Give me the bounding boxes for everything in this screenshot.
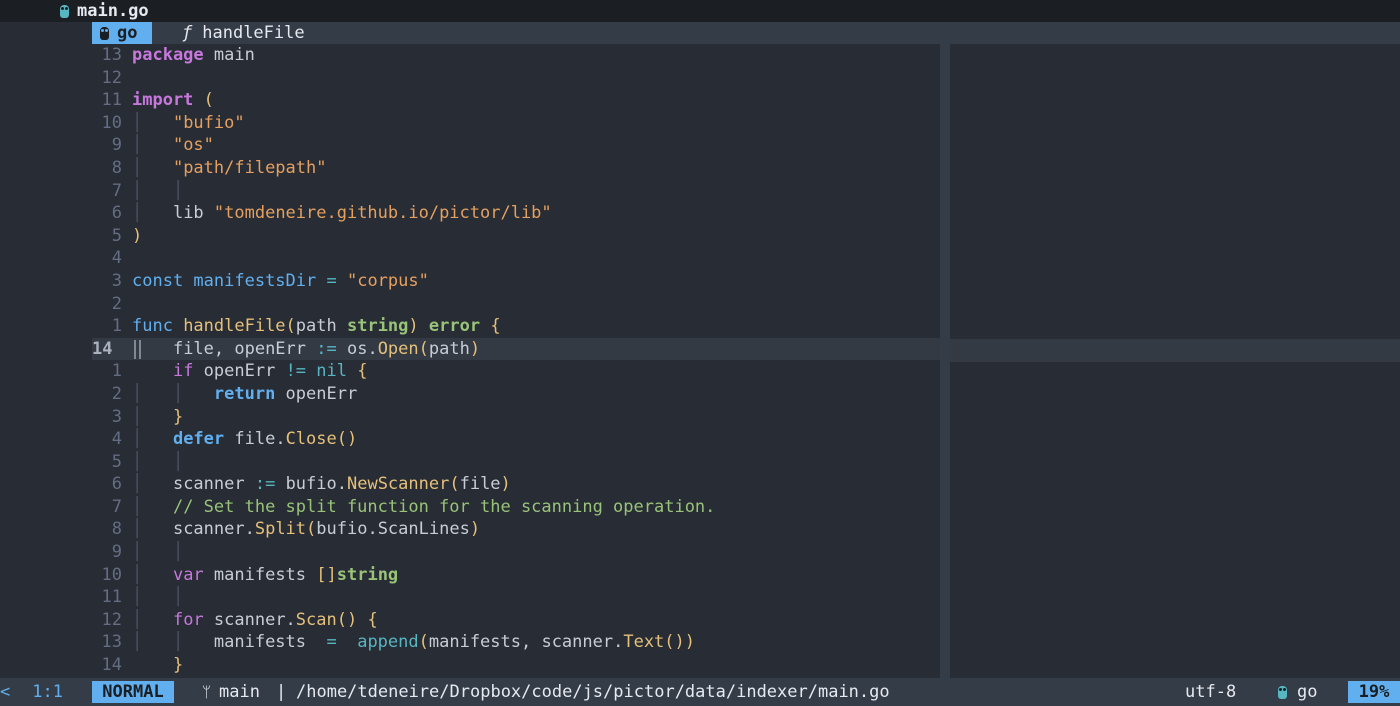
code-editor[interactable]: 13 package main 12 11 import ( 10 │ "bufio"… — [92, 44, 940, 678]
line-number: 13 — [101, 45, 122, 65]
code-line[interactable]: 12 │ for scanner.Scan() { — [92, 609, 940, 632]
code-line[interactable]: 2 — [92, 293, 940, 316]
function-icon: ƒ — [182, 23, 193, 43]
gopher-icon — [60, 4, 69, 18]
git-branch: ᛘ main — [202, 682, 260, 702]
code-line[interactable]: 13 │ │ manifests = append(manifests, scan… — [92, 631, 940, 654]
window-split-separator[interactable] — [940, 44, 950, 678]
winbar: go ƒ handleFile — [92, 22, 1400, 44]
line-number: 8 — [111, 519, 122, 540]
line-number: 7 — [111, 180, 122, 201]
right-pane-cursorline — [950, 339, 1400, 362]
line-number: 4 — [111, 248, 122, 269]
winbar-function-name: handleFile — [202, 23, 305, 43]
line-number: 12 — [101, 67, 122, 88]
tab-bar: main.go — [0, 0, 1400, 22]
code-line[interactable]: 4 │ defer file.Close() — [92, 428, 940, 451]
code-line[interactable]: 12 — [92, 67, 940, 90]
status-filetype-label: go — [1297, 682, 1318, 702]
branch-name: main — [219, 682, 260, 702]
line-number: 10 — [101, 564, 122, 585]
tab-main-go[interactable]: main.go — [60, 0, 149, 22]
line-number: 14 — [101, 655, 122, 676]
code-line[interactable]: 10 │ "bufio" — [92, 112, 940, 135]
gopher-icon — [1278, 685, 1287, 699]
line-number: 4 — [111, 429, 122, 450]
code-line[interactable]: 1 if openErr != nil { — [92, 360, 940, 383]
cursor-position: 1:1 — [32, 682, 63, 702]
code-line[interactable]: 3 │ } — [92, 406, 940, 429]
code-line[interactable]: 7 │ │ — [92, 180, 940, 203]
file-encoding: utf-8 — [1185, 682, 1237, 702]
line-number: 10 — [101, 112, 122, 133]
line-number: 12 — [101, 609, 122, 630]
code-line-current[interactable]: 14 file, openErr := os.Open(path) — [92, 337, 940, 361]
git-branch-icon: ᛘ — [202, 683, 212, 701]
line-number: 1 — [111, 316, 122, 337]
code-line[interactable]: 5) — [92, 225, 940, 248]
code-line[interactable]: 5 │ │ — [92, 451, 940, 474]
line-number: 11 — [101, 587, 122, 608]
code-line[interactable]: 1 func handleFile(path string) error { — [92, 315, 940, 338]
code-line[interactable]: 2 │ │ return openErr — [92, 383, 940, 406]
scroll-percent: 19% — [1348, 681, 1400, 703]
mode-indicator: NORMAL — [92, 681, 174, 703]
file-path: /home/tdeneire/Dropbox/code/js/pictor/da… — [296, 682, 890, 702]
code-line[interactable]: 3 const manifestsDir = "corpus" — [92, 270, 940, 293]
status-line: < 1:1 NORMAL ᛘ main | /home/tdeneire/Dro… — [0, 678, 1400, 706]
line-number: 7 — [111, 496, 122, 517]
code-line[interactable]: 9 │ "os" — [92, 134, 940, 157]
winbar-filetype: go — [92, 22, 152, 44]
line-number: 11 — [101, 90, 122, 111]
line-number: 5 — [111, 451, 122, 472]
winbar-breadcrumb[interactable]: ƒ handleFile — [182, 23, 305, 43]
line-number: 1 — [111, 361, 122, 382]
line-number: 2 — [111, 293, 122, 314]
code-line[interactable]: 7 │ // Set the split function for the sca… — [92, 496, 940, 519]
code-line[interactable]: 9 │ │ — [92, 541, 940, 564]
tab-label: main.go — [77, 1, 149, 21]
winbar-filetype-label: go — [117, 23, 138, 43]
code-line[interactable]: 6 │ lib "tomdeneire.github.io/pictor/lib" — [92, 202, 940, 225]
left-arrow-icon: < — [0, 682, 11, 702]
code-line[interactable]: 14 } — [92, 654, 940, 677]
line-number: 3 — [111, 270, 122, 291]
code-line[interactable]: 13 package main — [92, 44, 940, 67]
code-line[interactable]: 10 │ var manifests []string — [92, 564, 940, 587]
line-number: 3 — [111, 406, 122, 427]
code-line[interactable]: 8 │ scanner.Split(bufio.ScanLines) — [92, 518, 940, 541]
status-separator: | — [276, 682, 287, 702]
line-number: 9 — [111, 135, 122, 156]
line-number: 5 — [111, 225, 122, 246]
status-left: < 1:1 — [0, 678, 92, 706]
status-filetype: go — [1278, 682, 1317, 702]
line-number-current: 14 — [92, 338, 113, 359]
gopher-icon — [100, 26, 109, 40]
line-number: 13 — [101, 632, 122, 653]
line-number: 6 — [111, 474, 122, 495]
editor-window: main.go go ƒ handleFile 13 package main 1… — [0, 0, 1400, 706]
code-line[interactable]: 4 — [92, 247, 940, 270]
line-number: 6 — [111, 203, 122, 224]
line-number: 9 — [111, 542, 122, 563]
code-line[interactable]: 6 │ scanner := bufio.NewScanner(file) — [92, 473, 940, 496]
line-number: 2 — [111, 383, 122, 404]
code-line[interactable]: 8 │ "path/filepath" — [92, 157, 940, 180]
line-number: 8 — [111, 157, 122, 178]
code-line[interactable]: 11 │ │ — [92, 586, 940, 609]
code-line[interactable]: 11 import ( — [92, 89, 940, 112]
left-pane — [0, 22, 92, 678]
